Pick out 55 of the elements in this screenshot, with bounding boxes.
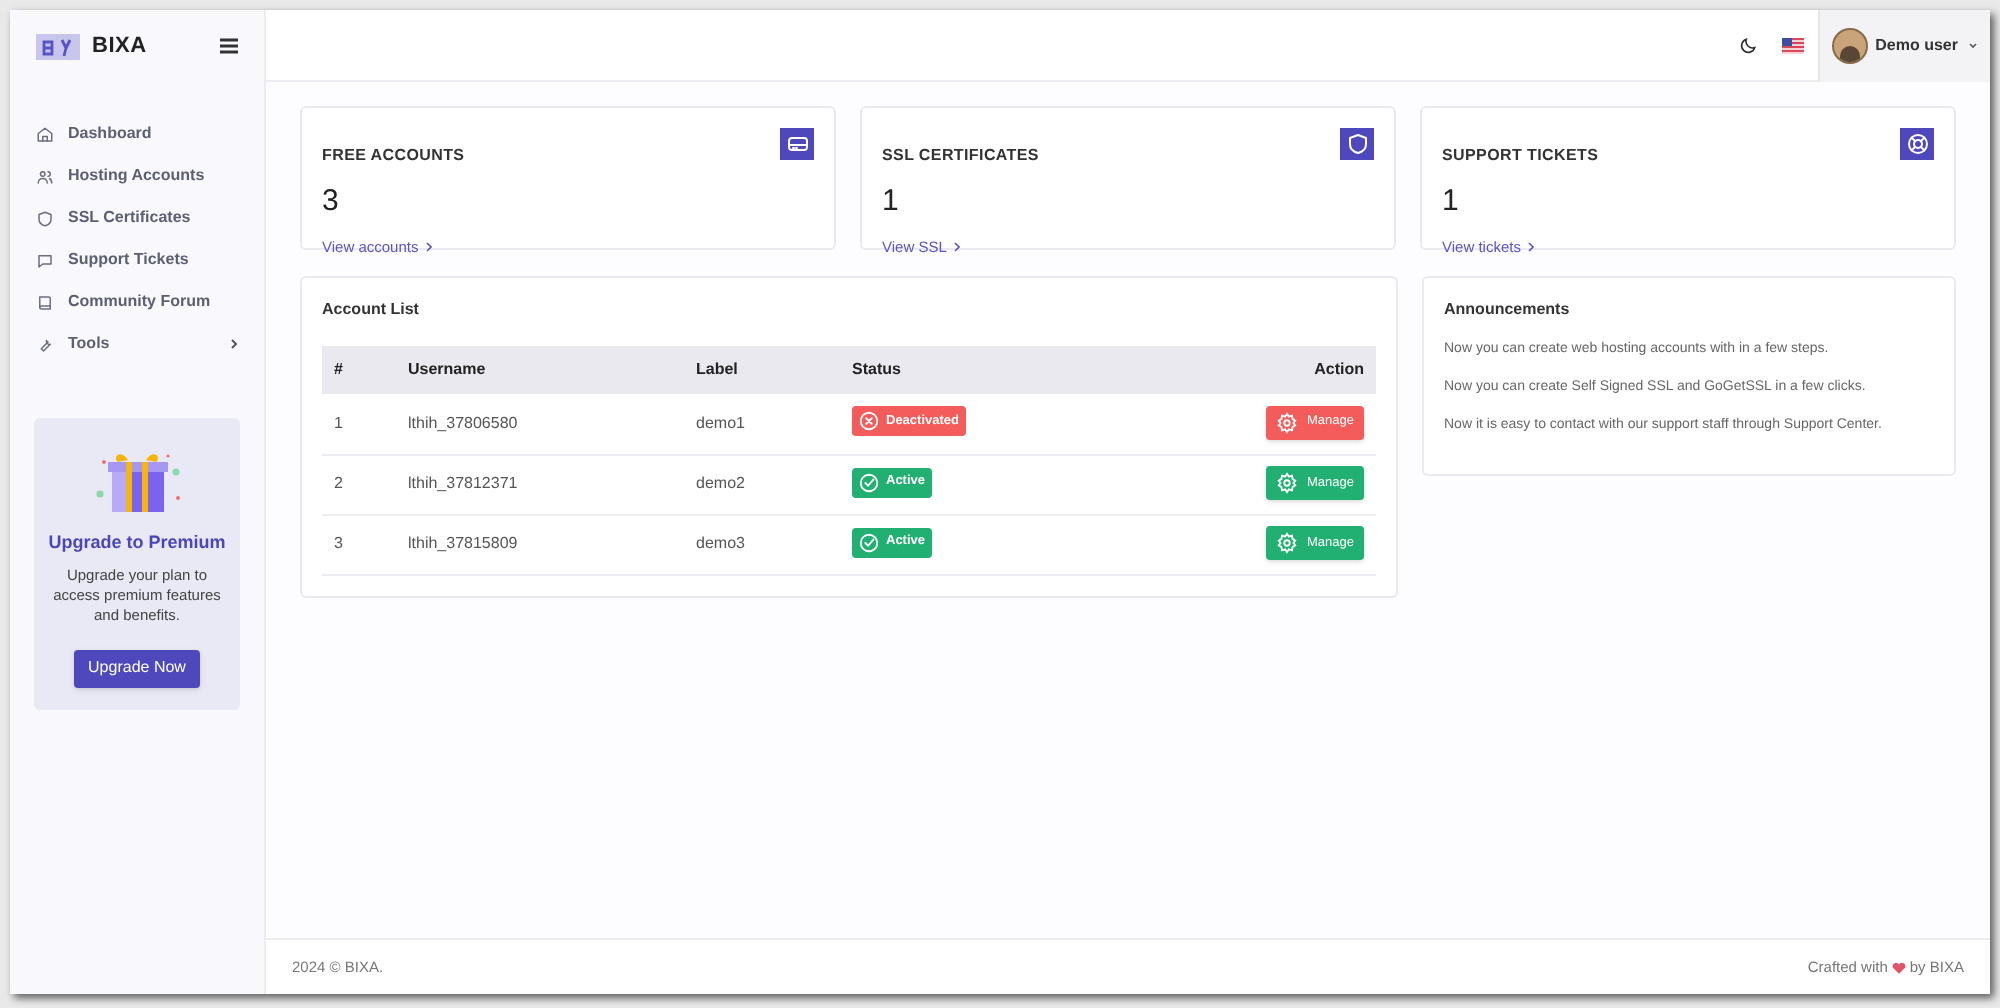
menu-icon	[220, 38, 238, 54]
users-icon	[36, 167, 54, 185]
upgrade-button[interactable]: Upgrade Now	[74, 649, 200, 687]
stat-title: SUPPORT TICKETS	[1442, 144, 1599, 168]
column-header: Label	[684, 346, 840, 394]
row-number: 2	[322, 454, 396, 514]
stat-value: 1	[882, 184, 901, 220]
moon-icon	[1737, 35, 1758, 55]
card-title: Account List	[322, 298, 421, 322]
stat-title: FREE ACCOUNTS	[322, 144, 465, 168]
chevron-right-icon	[1528, 242, 1535, 253]
column-header: Username	[396, 346, 684, 394]
row-number: 3	[322, 514, 396, 574]
sidebar-item[interactable]: Community Forum	[32, 284, 242, 320]
username-cell: lthih_37806580	[396, 394, 684, 454]
stat-value: 3	[322, 184, 341, 220]
username-cell: lthih_37815809	[396, 514, 684, 574]
avatar	[1831, 27, 1868, 63]
sidebar-item[interactable]: Hosting Accounts	[32, 158, 242, 194]
column-header: #	[322, 346, 396, 394]
caret-icon	[1968, 41, 1978, 49]
chevron-right-icon	[954, 242, 961, 253]
stat-title: SSL CERTIFICATES	[882, 144, 1039, 168]
flag-icon	[1781, 37, 1804, 53]
stat-value: 1	[1442, 184, 1461, 220]
row-number: 1	[322, 394, 396, 454]
sidebar-item[interactable]: SSL Certificates	[32, 200, 242, 236]
label-cell: demo1	[684, 394, 840, 454]
x-circle-icon	[858, 410, 880, 433]
house-icon	[36, 125, 54, 143]
chevron-right-icon	[230, 338, 238, 350]
heart-icon	[1891, 961, 1906, 973]
label-cell: demo2	[684, 454, 840, 514]
column-header: Action	[1080, 346, 1376, 394]
check-circle-icon	[858, 471, 880, 493]
sidebar-item[interactable]: Dashboard	[32, 116, 242, 152]
book-icon	[36, 293, 54, 311]
sidebar-item[interactable]: Tools	[32, 326, 242, 362]
gear-icon	[1275, 532, 1297, 554]
chat-icon	[36, 251, 54, 269]
username-cell: lthih_37812371	[396, 454, 684, 514]
chevron-right-icon	[426, 242, 433, 253]
label-cell: demo3	[684, 514, 840, 574]
gear-icon	[1275, 472, 1297, 494]
logo-icon	[36, 33, 80, 59]
promo-title: Upgrade to Premium	[48, 530, 226, 556]
check-circle-icon	[858, 531, 880, 553]
shield-icon	[36, 209, 54, 227]
wrench-icon	[36, 335, 54, 353]
column-header: Status	[840, 346, 1080, 394]
user-menu[interactable]: Demo user	[1817, 9, 1990, 81]
card-title: Announcements	[1444, 298, 1572, 322]
brand-name: BIXA	[92, 31, 147, 62]
sidebar-item[interactable]: Support Tickets	[32, 242, 242, 278]
gear-icon	[1275, 411, 1297, 434]
